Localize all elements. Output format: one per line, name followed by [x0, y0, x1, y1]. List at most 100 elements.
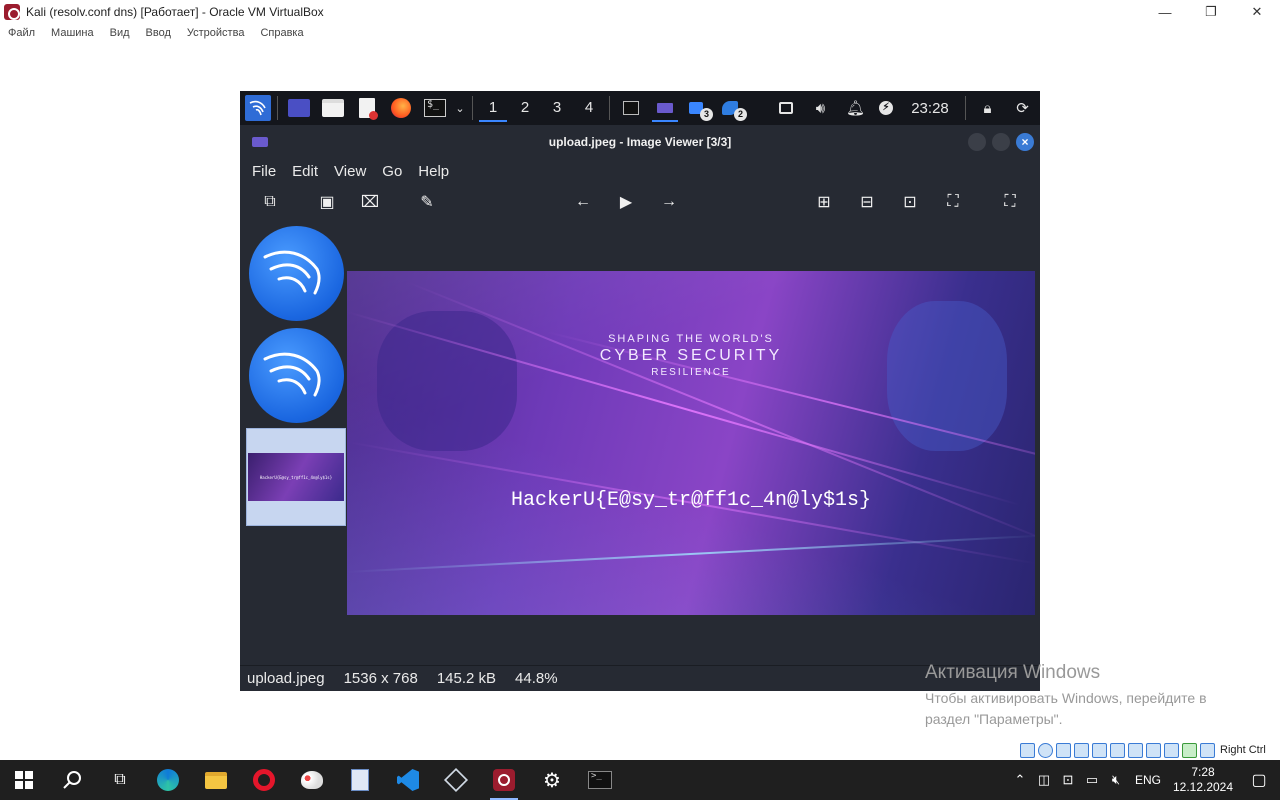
zoom-in-button[interactable]: ⊞ [813, 191, 835, 213]
close-window-button[interactable]: × [1016, 133, 1034, 151]
kali-logo-icon [248, 327, 344, 423]
fullscreen-button[interactable]: ⛶ [999, 191, 1021, 213]
menu-file[interactable]: File [244, 163, 284, 180]
menu-view[interactable]: View [326, 163, 374, 180]
delete-icon: ⌧ [360, 194, 380, 211]
recording-icon[interactable] [1146, 742, 1161, 758]
kali-menu-button[interactable] [243, 91, 273, 125]
firefox-button[interactable] [384, 91, 418, 125]
task-terminal[interactable] [614, 91, 648, 125]
hard-disk-icon[interactable] [1020, 742, 1035, 758]
minimize-window-button[interactable] [968, 133, 986, 151]
taskbar-edge[interactable] [144, 760, 192, 800]
language-indicator[interactable]: ENG [1128, 773, 1168, 787]
taskbar-terminal[interactable]: >_ [576, 760, 624, 800]
meet-now-button[interactable]: ◫ [1032, 772, 1056, 788]
optical-drive-icon[interactable] [1038, 742, 1053, 758]
maximize-window-button[interactable] [992, 133, 1010, 151]
taskbar-paint[interactable] [288, 760, 336, 800]
volume-tray-button[interactable]: 🔇︎ [1104, 772, 1128, 788]
zoom-100-button[interactable]: ⊡ [899, 191, 921, 213]
slideshow-button[interactable]: ▶ [615, 191, 637, 213]
virtualbox-statusbar: Right Ctrl [1020, 740, 1280, 760]
task-wireshark-group[interactable]: 2 [716, 91, 750, 125]
network-adapter-icon[interactable] [1074, 742, 1089, 758]
taskbar-file-explorer[interactable] [192, 760, 240, 800]
menu-machine[interactable]: Машина [43, 27, 102, 39]
display-tray-button[interactable]: ▭ [1080, 772, 1104, 788]
keyboard-capture-icon[interactable] [1200, 742, 1215, 758]
search-button[interactable] [48, 760, 96, 800]
show-desktop-button[interactable] [282, 91, 316, 125]
task-image-viewer[interactable] [648, 91, 682, 125]
taskbar-clock[interactable]: 7:28 12.12.2024 [1168, 765, 1238, 795]
file-manager-button[interactable] [316, 91, 350, 125]
thumbnail-1[interactable] [246, 224, 346, 322]
panel-clock[interactable]: 23:28 [899, 100, 961, 117]
audio-icon[interactable] [1056, 742, 1071, 758]
image-viewer-toolbar: ⧉ ▣ ⌧ ✎ ← ▶ → ⊞ ⊟ ⊡ ⛶ ⛶ [240, 183, 1040, 223]
thumbnail-2[interactable] [246, 326, 346, 424]
task-view-button[interactable]: ⧉ [96, 760, 144, 800]
mouse-integration-icon[interactable] [1182, 742, 1197, 758]
edit-button[interactable]: ✎ [416, 191, 438, 213]
menu-edit[interactable]: Edit [284, 163, 326, 180]
taskbar-settings[interactable]: ⚙ [528, 760, 576, 800]
workspace-4[interactable]: 4 [573, 91, 605, 125]
chevron-down-icon: ⌄ [455, 102, 465, 115]
taskbar-opera[interactable] [240, 760, 288, 800]
usb-icon[interactable] [1092, 742, 1107, 758]
virtualization-icon[interactable] [1164, 742, 1179, 758]
next-button[interactable]: → [658, 191, 680, 213]
taskbar-image-editor[interactable] [336, 760, 384, 800]
zoom-fit-button[interactable]: ⛶ [942, 191, 964, 213]
lock-screen-button[interactable]: 🔒︎ [970, 91, 1005, 125]
displayed-image[interactable]: SHAPING THE WORLD'S CYBER SECURITY RESIL… [347, 271, 1035, 615]
volume-control[interactable]: 🔊︎ [803, 91, 838, 125]
notifications-button[interactable]: 🔔︎ [838, 91, 873, 125]
workspace-3[interactable]: 3 [541, 91, 573, 125]
workspace-1[interactable]: 1 [477, 91, 509, 125]
taskbar-virtualbox[interactable] [432, 760, 480, 800]
open-button[interactable]: ⧉ [259, 191, 281, 213]
terminal-button[interactable]: $_ [418, 91, 452, 125]
notification-center-button[interactable]: ▢ [1238, 770, 1280, 790]
restore-button[interactable]: ❐ [1188, 0, 1234, 24]
show-hidden-icons-button[interactable]: ⌃ [1008, 772, 1032, 788]
task-kali-group[interactable]: 3 [682, 91, 716, 125]
thumbnail-3-selected[interactable]: HackerU{E@sy_tr@ff1c_4n@ly$1s} [246, 428, 346, 526]
workspace-2[interactable]: 2 [509, 91, 541, 125]
power-manager-button[interactable]: ⚡︎ [873, 91, 899, 125]
taskbar-vscode[interactable] [384, 760, 432, 800]
save-button[interactable]: ▣ [316, 191, 338, 213]
delete-button[interactable]: ⌧ [359, 191, 381, 213]
activation-line-1: Чтобы активировать Windows, перейдите в [925, 690, 1207, 706]
menu-help[interactable]: Help [410, 163, 457, 180]
menu-go[interactable]: Go [374, 163, 410, 180]
menu-file[interactable]: Файл [0, 27, 43, 39]
arrow-right-icon: → [661, 193, 677, 210]
image-editor-icon [351, 769, 369, 791]
launcher-dropdown[interactable]: ⌄ [452, 91, 468, 125]
close-button[interactable]: ✕ [1234, 0, 1280, 24]
previous-button[interactable]: ← [572, 191, 594, 213]
start-button[interactable] [0, 760, 48, 800]
camera-icon: ◫ [1037, 772, 1051, 787]
status-filename: upload.jpeg [247, 670, 325, 687]
menu-view[interactable]: Вид [102, 27, 138, 39]
menu-devices[interactable]: Устройства [179, 27, 253, 39]
taskbar-kali-vm[interactable] [480, 760, 528, 800]
image-tagline-1: SHAPING THE WORLD'S [608, 333, 774, 345]
shared-folders-icon[interactable] [1110, 742, 1125, 758]
text-editor-button[interactable] [350, 91, 384, 125]
image-viewer-titlebar[interactable]: upload.jpeg - Image Viewer [3/3] × [240, 125, 1040, 159]
network-tray-button[interactable]: ⊡ [1056, 772, 1080, 788]
minimize-button[interactable]: — [1142, 0, 1188, 24]
display-icon[interactable] [1128, 742, 1143, 758]
zoom-out-button[interactable]: ⊟ [856, 191, 878, 213]
virtualbox-titlebar: Kali (resolv.conf dns) [Работает] - Orac… [0, 0, 1280, 24]
logout-button[interactable]: ⟳ [1005, 91, 1040, 125]
menu-help[interactable]: Справка [252, 27, 311, 39]
network-indicator[interactable] [768, 91, 803, 125]
menu-input[interactable]: Ввод [138, 27, 179, 39]
